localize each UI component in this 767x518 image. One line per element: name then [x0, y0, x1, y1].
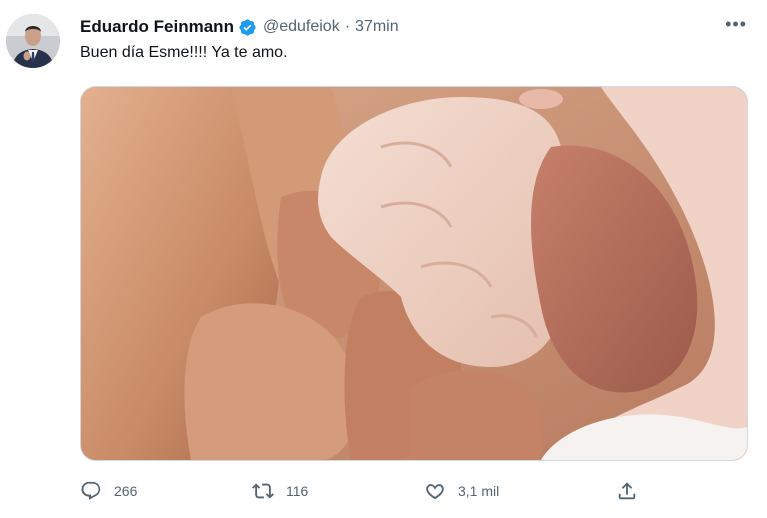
like-button[interactable]: 3,1 mil	[424, 476, 499, 506]
retweet-icon	[252, 483, 274, 499]
retweet-count: 116	[286, 483, 309, 499]
share-button[interactable]	[616, 476, 650, 506]
share-icon	[618, 482, 636, 500]
tweet-header: Eduardo Feinmann @edufeiok · 37min	[80, 14, 747, 40]
avatar[interactable]	[6, 14, 60, 68]
avatar-image	[6, 14, 60, 68]
author-handle[interactable]: @edufeiok	[263, 18, 340, 36]
baby-hand-photo	[81, 87, 747, 460]
separator-dot: ·	[344, 18, 351, 35]
retweet-button[interactable]: 116	[252, 476, 308, 506]
more-options-icon[interactable]: •••	[725, 14, 747, 34]
heart-icon	[426, 484, 444, 500]
reply-icon	[81, 481, 101, 500]
tweet-timestamp[interactable]: 37min	[355, 18, 399, 36]
tweet-actions: 266 116 3,1 mil	[80, 476, 660, 506]
author-name[interactable]: Eduardo Feinmann	[80, 17, 234, 37]
like-count: 3,1 mil	[458, 483, 500, 499]
reply-count: 266	[114, 483, 138, 499]
tweet-photo[interactable]	[80, 86, 748, 461]
verified-badge-icon	[238, 18, 257, 37]
tweet-text: Buen día Esme!!!! Ya te amo.	[80, 44, 288, 61]
reply-button[interactable]: 266	[80, 476, 137, 506]
